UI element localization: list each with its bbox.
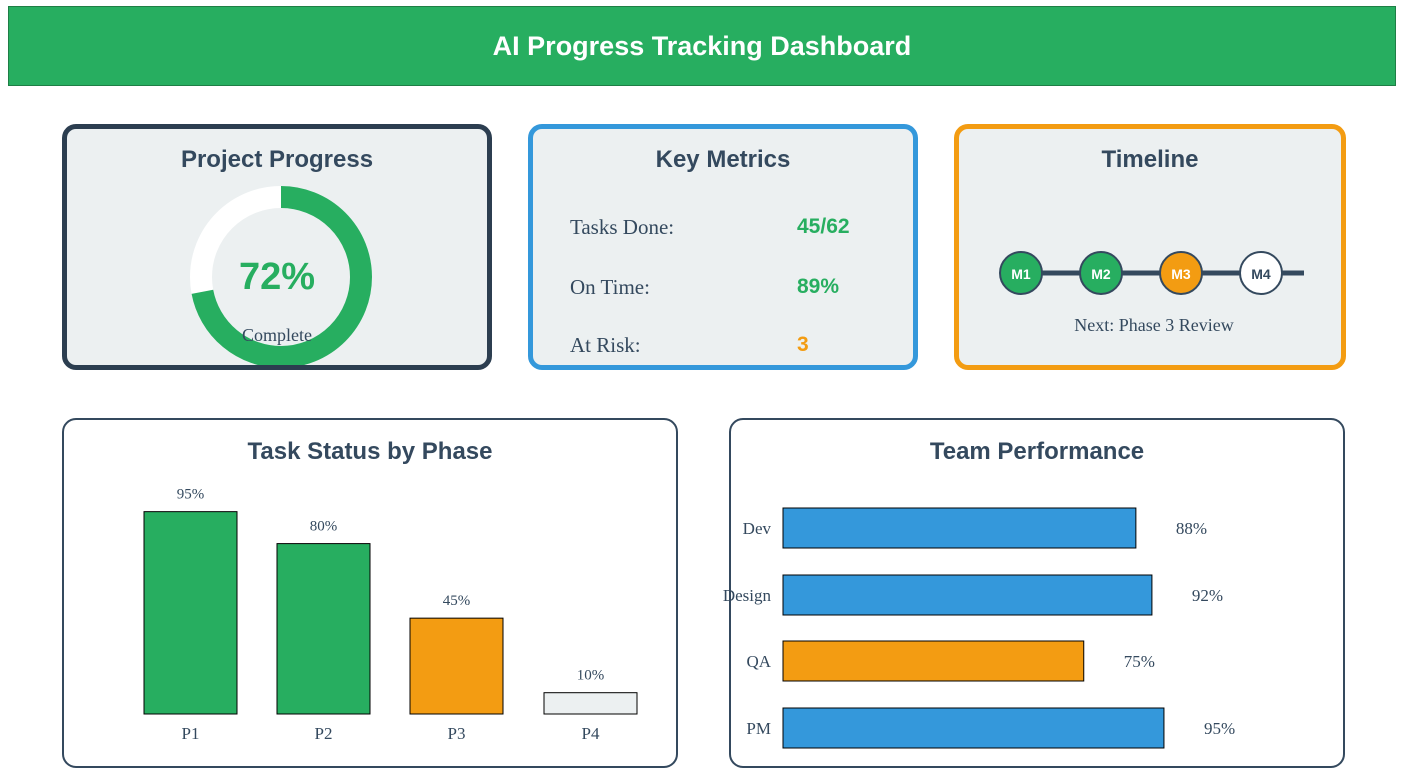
dashboard-header: AI Progress Tracking Dashboard [8, 6, 1396, 86]
bar-category-label: P4 [582, 724, 600, 743]
progress-sub-label: Complete [242, 325, 312, 345]
bar-p4 [543, 692, 638, 715]
milestone-m1: M1 [999, 251, 1043, 295]
timeline-next-label: Next: Phase 3 Review [1074, 315, 1233, 335]
milestone-label: M3 [1171, 266, 1191, 282]
timeline-track: M1 M2 M3 M4 Next: Phase 3 Review [999, 251, 1304, 335]
team-performance-chart: Dev 88% Design 92% QA 75% PM 95% [723, 507, 1235, 749]
team-category-label: QA [746, 652, 771, 671]
milestone-m3: M3 [1159, 251, 1203, 295]
task-status-card: Task Status by Phase 95% P1 80% P2 45% P3 10% P… [62, 418, 678, 768]
milestone-m4: M4 [1239, 251, 1283, 295]
team-bar-pm [782, 707, 1165, 749]
milestone-m2: M2 [1079, 251, 1123, 295]
milestone-label: M1 [1011, 266, 1031, 282]
milestone-label: M4 [1251, 266, 1271, 282]
team-performance-card: Team Performance Dev 88% Design 92% QA 75% PM 9… [723, 418, 1345, 768]
task-status-chart: 95% P1 80% P2 45% P3 10% P4 [143, 487, 638, 743]
bar-value-label: 95% [177, 487, 205, 503]
bar-category-label: P1 [182, 724, 200, 743]
metric-value: 45/62 [797, 215, 850, 238]
team-bar-design [782, 574, 1153, 616]
project-progress-card: Project Progress 72% Complete [62, 124, 492, 370]
bar-category-label: P2 [315, 724, 333, 743]
bar-p2 [276, 543, 371, 715]
team-value-label: 92% [1192, 586, 1223, 605]
team-category-label: PM [746, 719, 771, 738]
milestone-label: M2 [1091, 266, 1111, 282]
key-metrics-title: Key Metrics [655, 146, 791, 173]
team-category-label: Design [723, 586, 772, 605]
progress-percent: 72% [238, 256, 316, 298]
metric-value: 89% [797, 275, 840, 298]
key-metrics-card: Key Metrics Tasks Done: 45/62 On Time: 8… [528, 124, 918, 370]
team-category-label: Dev [743, 519, 772, 538]
dashboard-title: AI Progress Tracking Dashboard [492, 30, 912, 61]
timeline-card: Timeline M1 M2 M3 M4 Next: Phase 3 Review [954, 124, 1346, 370]
team-bar-qa [782, 640, 1085, 682]
metric-label: On Time: [570, 275, 650, 299]
metric-label: At Risk: [570, 333, 641, 357]
bar-p3 [409, 617, 504, 715]
team-value-label: 88% [1176, 519, 1207, 538]
team-value-label: 75% [1124, 652, 1155, 671]
bar-value-label: 80% [310, 519, 338, 535]
bar-value-label: 45% [443, 593, 471, 609]
metric-value: 3 [797, 333, 809, 356]
bar-category-label: P3 [448, 724, 466, 743]
bar-value-label: 10% [577, 668, 605, 684]
team-value-label: 95% [1204, 719, 1235, 738]
bar-p1 [143, 511, 238, 715]
metric-label: Tasks Done: [570, 215, 675, 239]
team-bar-dev [782, 507, 1137, 549]
